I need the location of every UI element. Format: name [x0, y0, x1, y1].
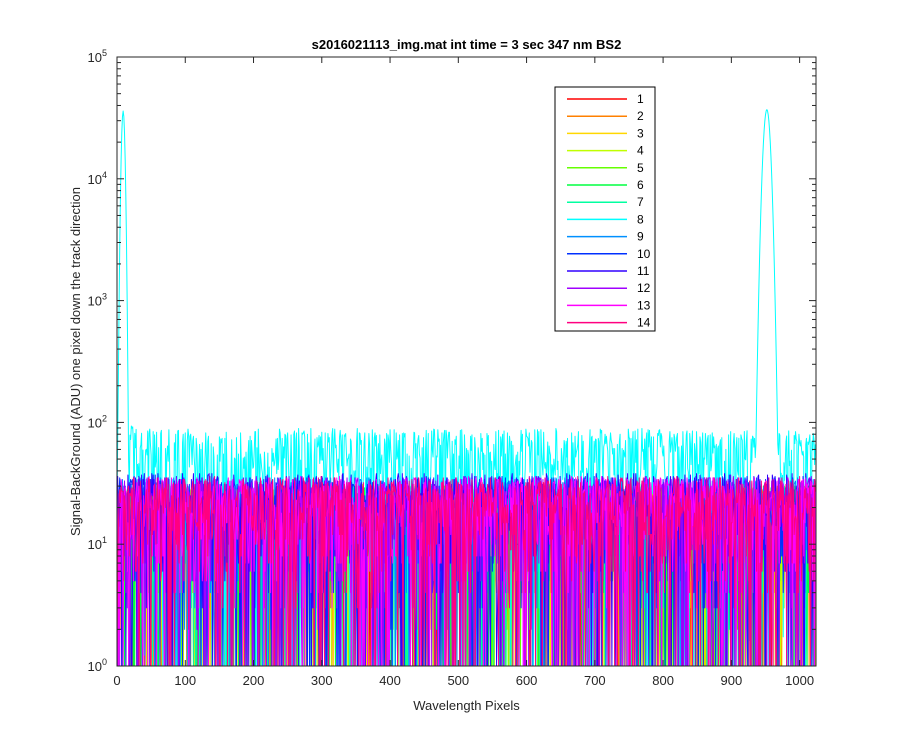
- x-tick-label: 900: [721, 673, 743, 688]
- legend-label-8: 8: [637, 212, 644, 226]
- y-tick-base: 10: [88, 415, 102, 430]
- x-tick-label: 1000: [785, 673, 814, 688]
- legend-label-1: 1: [637, 92, 644, 106]
- legend-label-12: 12: [637, 281, 651, 295]
- y-tick-base: 10: [88, 50, 102, 65]
- legend-label-3: 3: [637, 126, 644, 140]
- y-tick-exponent: 5: [102, 48, 107, 58]
- x-tick-label: 800: [652, 673, 674, 688]
- y-tick-base: 10: [88, 537, 102, 552]
- y-tick-exponent: 0: [102, 657, 107, 667]
- chart: 0 100 200 300 400 500 600 700 800 900 1000 1001011…: [0, 0, 900, 750]
- x-tick-label: 300: [311, 673, 333, 688]
- legend-label-4: 4: [637, 144, 644, 158]
- y-tick-base: 10: [88, 294, 102, 309]
- legend: 1234567891011121314: [554, 86, 656, 332]
- x-tick-label: 200: [243, 673, 265, 688]
- legend-label-9: 9: [637, 230, 644, 244]
- legend-label-7: 7: [637, 195, 644, 209]
- legend-label-10: 10: [637, 247, 651, 261]
- x-axis-label: Wavelength Pixels: [413, 698, 520, 713]
- y-tick-exponent: 1: [102, 535, 107, 545]
- x-tick-label: 700: [584, 673, 606, 688]
- x-tick-label: 600: [516, 673, 538, 688]
- chart-title: s2016021113_img.mat int time = 3 sec 347…: [312, 37, 622, 52]
- legend-label-13: 13: [637, 298, 651, 312]
- x-tick-label: 100: [174, 673, 196, 688]
- y-tick-exponent: 2: [102, 413, 107, 423]
- legend-label-5: 5: [637, 161, 644, 175]
- x-tick-label: 500: [447, 673, 469, 688]
- legend-label-2: 2: [637, 109, 644, 123]
- x-tick-label: 0: [113, 673, 120, 688]
- y-tick-exponent: 4: [102, 170, 107, 180]
- y-tick-base: 10: [88, 659, 102, 674]
- legend-label-14: 14: [637, 316, 651, 330]
- y-axis-label: Signal-BackGround (ADU) one pixel down t…: [68, 187, 83, 536]
- y-tick-exponent: 3: [102, 292, 107, 302]
- x-tick-label: 400: [379, 673, 401, 688]
- y-tick-base: 10: [88, 172, 102, 187]
- legend-label-6: 6: [637, 178, 644, 192]
- legend-label-11: 11: [637, 264, 650, 278]
